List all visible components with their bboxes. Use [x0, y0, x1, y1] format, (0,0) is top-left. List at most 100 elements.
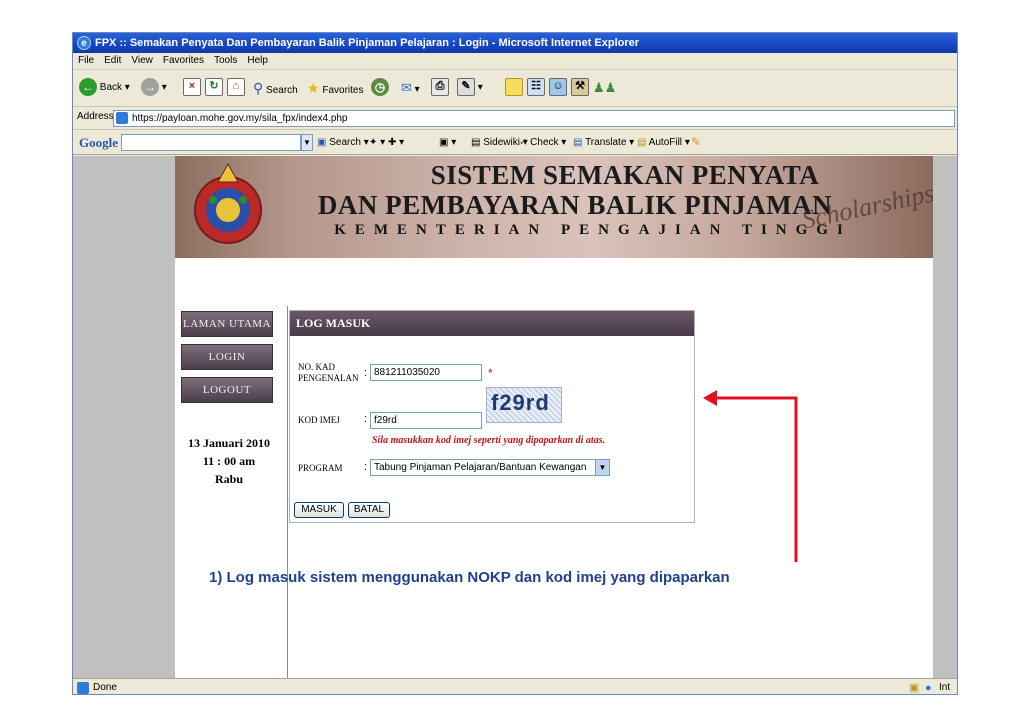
form-title: LOG MASUK [290, 311, 694, 336]
menu-edit[interactable]: Edit [99, 53, 126, 66]
nav-home-button[interactable]: LAMAN UTAMA [181, 311, 273, 337]
translate-button[interactable]: ▤ Translate ▾ [573, 137, 634, 148]
kod-imej-input[interactable]: f29rd [370, 412, 482, 429]
google-tools-buttons[interactable]: ✦ ▾ ✚ ▾ [369, 137, 404, 148]
page-viewport: SISTEM SEMAKAN PENYATA DAN PEMBAYARAN BA… [73, 156, 957, 678]
research-button[interactable]: ☷ [527, 78, 545, 98]
captcha-instruction: Sila masukkan kod imej seperti yang dipa… [372, 435, 606, 446]
banner-subtitle: KEMENTERIAN PENGAJIAN TINGGI [334, 222, 852, 238]
tools-button[interactable]: ⚒ [571, 78, 589, 98]
nokp-label: NO. KAD PENGENALAN [298, 362, 359, 383]
mail-icon: ✉ [401, 80, 412, 95]
edit-icon: ✎ [457, 78, 475, 97]
refresh-icon: ↻ [205, 78, 223, 97]
title-bar: FPX :: Semakan Penyata Dan Pembayaran Ba… [73, 33, 957, 53]
research-icon: ☷ [527, 78, 545, 97]
home-button[interactable]: ⌂ [227, 78, 245, 98]
nokp-input[interactable]: 881211035020 [370, 364, 482, 381]
site-banner: SISTEM SEMAKAN PENYATA DAN PEMBAYARAN BA… [175, 156, 933, 258]
program-label: PROGRAM [298, 463, 343, 473]
autofill-button[interactable]: ▤ AutoFill ▾ [637, 137, 690, 148]
notes-button[interactable] [505, 78, 523, 98]
current-date: 13 Januari 2010 [187, 436, 270, 450]
spell-check-button[interactable]: ✓ Check ▾ [519, 137, 566, 148]
page-done-icon [77, 682, 89, 694]
edit-button[interactable]: ✎ ▾ [457, 78, 483, 98]
current-time: 11 : 00 am [202, 454, 256, 468]
google-logo: Google [79, 135, 118, 150]
mail-button[interactable]: ✉ ▾ [401, 78, 420, 98]
banner-title-line2: DAN PEMBAYARAN BALIK PINJAMAN [317, 190, 833, 220]
current-day: Rabu [214, 472, 243, 486]
nav-login-button[interactable]: LOGIN [181, 344, 273, 370]
history-icon: ◷ [371, 78, 389, 97]
program-selected-value: Tabung Pinjaman Pelajaran/Bantuan Kewang… [374, 462, 587, 473]
browser-window: FPX :: Semakan Penyata Dan Pembayaran Ba… [72, 32, 958, 695]
status-text: Done [93, 682, 117, 693]
search-icon: ⚲ [253, 80, 264, 96]
translate-icon: ▤ [573, 137, 583, 148]
required-mark: * [488, 366, 493, 380]
program-select[interactable]: Tabung Pinjaman Pelajaran/Bantuan Kewang… [370, 459, 610, 476]
home-icon: ⌂ [227, 78, 245, 97]
star-icon: ★ [307, 80, 320, 96]
menu-favorites[interactable]: Favorites [158, 53, 209, 66]
autofill-icon: ▤ [637, 137, 647, 148]
address-bar: Address https://payloan.mohe.gov.my/sila… [73, 108, 957, 130]
tools-icon: ⚒ [571, 78, 589, 97]
history-button[interactable]: ◷ [371, 78, 389, 98]
submit-button[interactable]: MASUK [294, 502, 344, 518]
menu-help[interactable]: Help [242, 53, 273, 66]
note-icon [505, 78, 523, 97]
sidewiki-icon: ▤ [471, 137, 481, 148]
google-search-input[interactable] [121, 134, 301, 151]
menu-view[interactable]: View [126, 53, 158, 66]
address-input[interactable]: https://payloan.mohe.gov.my/sila_fpx/ind… [113, 110, 955, 127]
chevron-down-icon[interactable]: ▼ [301, 134, 313, 151]
ministry-crest-icon [194, 162, 262, 244]
search-button[interactable]: ⚲ Search [253, 78, 298, 98]
kod-imej-colon: : [364, 413, 368, 425]
lock-icon: ▣ [909, 682, 920, 694]
forward-button[interactable]: → ▾ [141, 78, 167, 98]
standard-toolbar: ← Back ▾ → ▾ × ↻ ⌂ ⚲ Search ★ Favorites … [73, 71, 957, 107]
program-colon: : [364, 461, 368, 473]
google-search-button[interactable]: ▣ Search ▾ [317, 137, 369, 148]
menu-file[interactable]: File [73, 53, 99, 66]
annotation-arrow [703, 390, 798, 562]
forward-arrow-icon: → [141, 78, 159, 97]
chevron-down-icon: ▼ [595, 460, 609, 475]
refresh-button[interactable]: ↻ [205, 78, 223, 98]
people-icon: ♟♟ [593, 80, 617, 95]
check-icon: ✓ [519, 137, 528, 148]
zone-text: Int [939, 682, 951, 693]
google-toolbar: Google ▼ ▣ Search ▾ ✦ ▾ ✚ ▾ ▣ ▾ ▤ Sidewi… [73, 131, 957, 155]
ie-logo-icon: e [77, 36, 91, 50]
back-button[interactable]: ← Back ▾ [79, 78, 130, 98]
stop-button[interactable]: × [183, 78, 201, 98]
address-label: Address [77, 111, 114, 122]
menu-bar: File Edit View Favorites Tools Help [73, 53, 957, 70]
captcha-text: f29rd [491, 390, 550, 415]
bookmarks-button[interactable]: ▣ ▾ [439, 137, 456, 148]
menu-tools[interactable]: Tools [209, 53, 242, 66]
google-g-icon: ▣ [317, 137, 327, 148]
print-icon: ⎙ [431, 78, 449, 97]
messenger-icon: ☺ [549, 78, 567, 97]
people-button[interactable]: ♟♟ [593, 78, 616, 98]
nav-logout-button[interactable]: LOGOUT [181, 377, 273, 403]
kod-imej-label: KOD IMEJ [298, 415, 340, 425]
annotation-caption: 1) Log masuk sistem menggunakan NOKP dan… [209, 569, 730, 586]
print-button[interactable]: ⎙ [431, 78, 449, 98]
favorites-button[interactable]: ★ Favorites [307, 78, 363, 98]
stop-icon: × [183, 78, 201, 97]
pen-icon[interactable]: ✎ [691, 135, 701, 149]
globe-icon: ● [925, 682, 932, 694]
cancel-button[interactable]: BATAL [348, 502, 390, 518]
messenger-button[interactable]: ☺ [549, 78, 567, 98]
banner-title-line1: SISTEM SEMAKAN PENYATA [430, 160, 820, 190]
login-form: LOG MASUK NO. KAD PENGENALAN : 881211035… [289, 310, 695, 523]
back-arrow-icon: ← [79, 78, 97, 97]
window-title: FPX :: Semakan Penyata Dan Pembayaran Ba… [95, 37, 640, 49]
page-icon [116, 112, 128, 124]
